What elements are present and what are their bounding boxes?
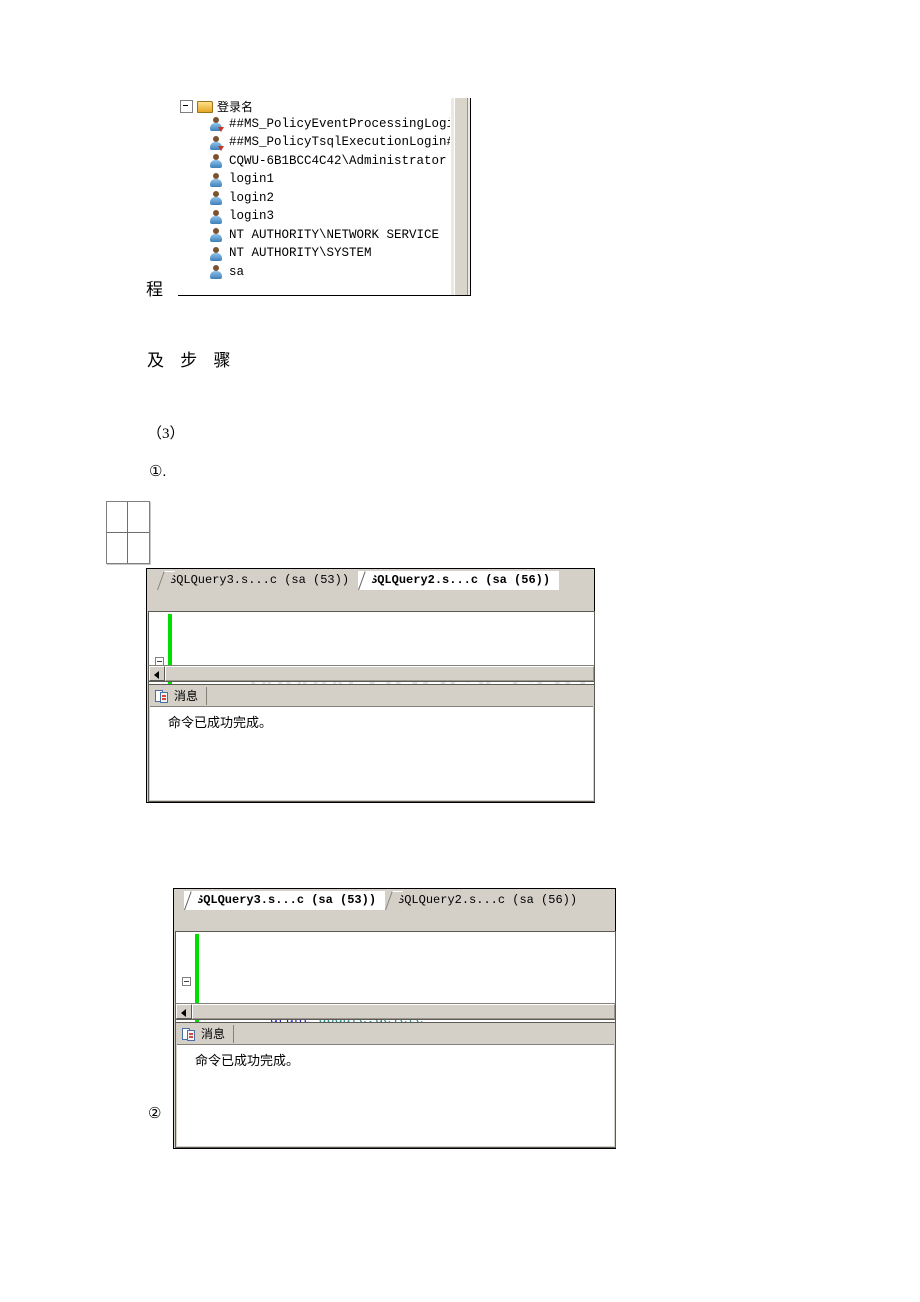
user-icon [209,154,223,169]
tree-item-label: ##MS_PolicyTsqlExecutionLogin# [229,135,450,150]
user-icon [209,191,223,206]
user-icon [209,265,223,280]
tree-item[interactable]: login2 [178,189,450,208]
tab-label: SQLQuery3.s...c (sa (53)) [169,573,350,587]
tab-sqlquery2[interactable]: SQLQuery2.s...c (sa (56)) [358,571,560,590]
tree-item-label: NT AUTHORITY\NETWORK SERVICE [229,227,440,242]
tree-item-label: login2 [229,190,275,205]
tree-item[interactable]: login1 [178,171,450,190]
login-tree-body: 登录名 ##MS_PolicyEventProcessingLogi: ##MS… [178,98,450,295]
tree-item[interactable]: sa [178,263,450,282]
tab-label: SQLQuery2.s...c (sa (56)) [397,893,578,907]
tree-item-label: login1 [229,172,275,187]
list-item-circle-1: ①. [149,464,167,480]
list-item-circle-2: ② [148,1106,162,1122]
table-cell [107,532,128,563]
message-text: 命令已成功完成。 [195,1054,300,1069]
user-down-icon [209,135,224,151]
scroll-left-arrow-icon[interactable] [149,666,165,681]
table-cell [128,533,149,564]
user-down-icon [209,117,224,133]
results-pane: 消息 命令已成功完成。 [175,1022,616,1148]
code-line: grant update,delete [176,973,424,1024]
tab-sqlquery3[interactable]: SQLQuery3.s...c (sa (53)) [184,891,386,910]
login-tree-panel[interactable]: 登录名 ##MS_PolicyEventProcessingLogi: ##MS… [178,98,471,296]
tree-item[interactable]: CQWU-6B1BCC4C42\Administrator [178,152,450,171]
results-tab-label: 消息 [201,1027,226,1041]
tab-messages[interactable]: 消息 [155,686,208,705]
results-tab-label: 消息 [174,689,199,703]
folder-icon [197,100,213,113]
tree-item-label: sa [229,264,245,279]
tree-item[interactable]: login3 [178,208,450,227]
tree-item-label: login3 [229,209,275,224]
scrollbar-track[interactable] [165,666,594,681]
messages-output: 命令已成功完成。 [177,1044,614,1146]
tree-item[interactable]: ##MS_PolicyTsqlExecutionLogin# [178,134,450,153]
tab-label: SQLQuery3.s...c (sa (53)) [196,893,377,907]
scrollbar-thumb[interactable] [454,98,468,295]
scroll-left-arrow-icon[interactable] [176,1004,192,1019]
outline-collapse-icon[interactable] [182,977,191,986]
message-text: 命令已成功完成。 [168,716,273,731]
tree-item-label: ##MS_PolicyEventProcessingLogi: [229,116,450,131]
paragraph-steps: 及 步 骤 [147,351,237,370]
user-icon [209,246,223,261]
table-cell [128,502,149,533]
user-icon [209,172,223,187]
query-tabstrip: SQLQuery3.s...c (sa (53)) SQLQuery2.s...… [147,569,594,590]
results-pane: 消息 命令已成功完成。 [148,684,595,802]
messages-output: 命令已成功完成。 [150,706,593,800]
tree-item[interactable]: ##MS_PolicyEventProcessingLogi: [178,115,450,134]
sql-query-window-2: SQLQuery3.s...c (sa (53)) SQLQuery2.s...… [173,888,616,1149]
user-icon [209,209,223,224]
editor-horizontal-scrollbar[interactable] [148,665,595,682]
scrollbar-track[interactable] [192,1004,615,1019]
paragraph-cheng: 程 [146,280,163,299]
results-tabstrip: 消息 [149,685,594,706]
tab-sqlquery2[interactable]: SQLQuery2.s...c (sa (56)) [385,891,587,910]
tree-root-node[interactable]: 登录名 [178,98,450,115]
results-tabstrip: 消息 [176,1023,615,1044]
editor-horizontal-scrollbar[interactable] [175,1003,616,1020]
tree-root-label: 登录名 [217,100,254,114]
tab-label: SQLQuery2.s...c (sa (56)) [370,573,551,587]
tree-item[interactable]: NT AUTHORITY\SYSTEM [178,245,450,264]
minus-expander-icon[interactable] [180,100,193,113]
table-cell [107,502,128,533]
user-icon [209,228,223,243]
empty-table [106,501,150,564]
tree-item-label: CQWU-6B1BCC4C42\Administrator [229,153,447,168]
tree-item-label: NT AUTHORITY\SYSTEM [229,246,372,261]
messages-icon [155,689,169,703]
vertical-scrollbar[interactable] [450,98,470,295]
query-tabstrip: SQLQuery3.s...c (sa (53)) SQLQuery2.s...… [174,889,615,910]
sql-query-window-1: SQLQuery3.s...c (sa (53)) SQLQuery2.s...… [146,568,595,803]
list-item-3: （3） [147,426,185,442]
messages-icon [182,1027,196,1041]
tree-item[interactable]: NT AUTHORITY\NETWORK SERVICE [178,226,450,245]
tab-sqlquery3[interactable]: SQLQuery3.s...c (sa (53)) [157,571,359,590]
tab-messages[interactable]: 消息 [182,1024,235,1043]
